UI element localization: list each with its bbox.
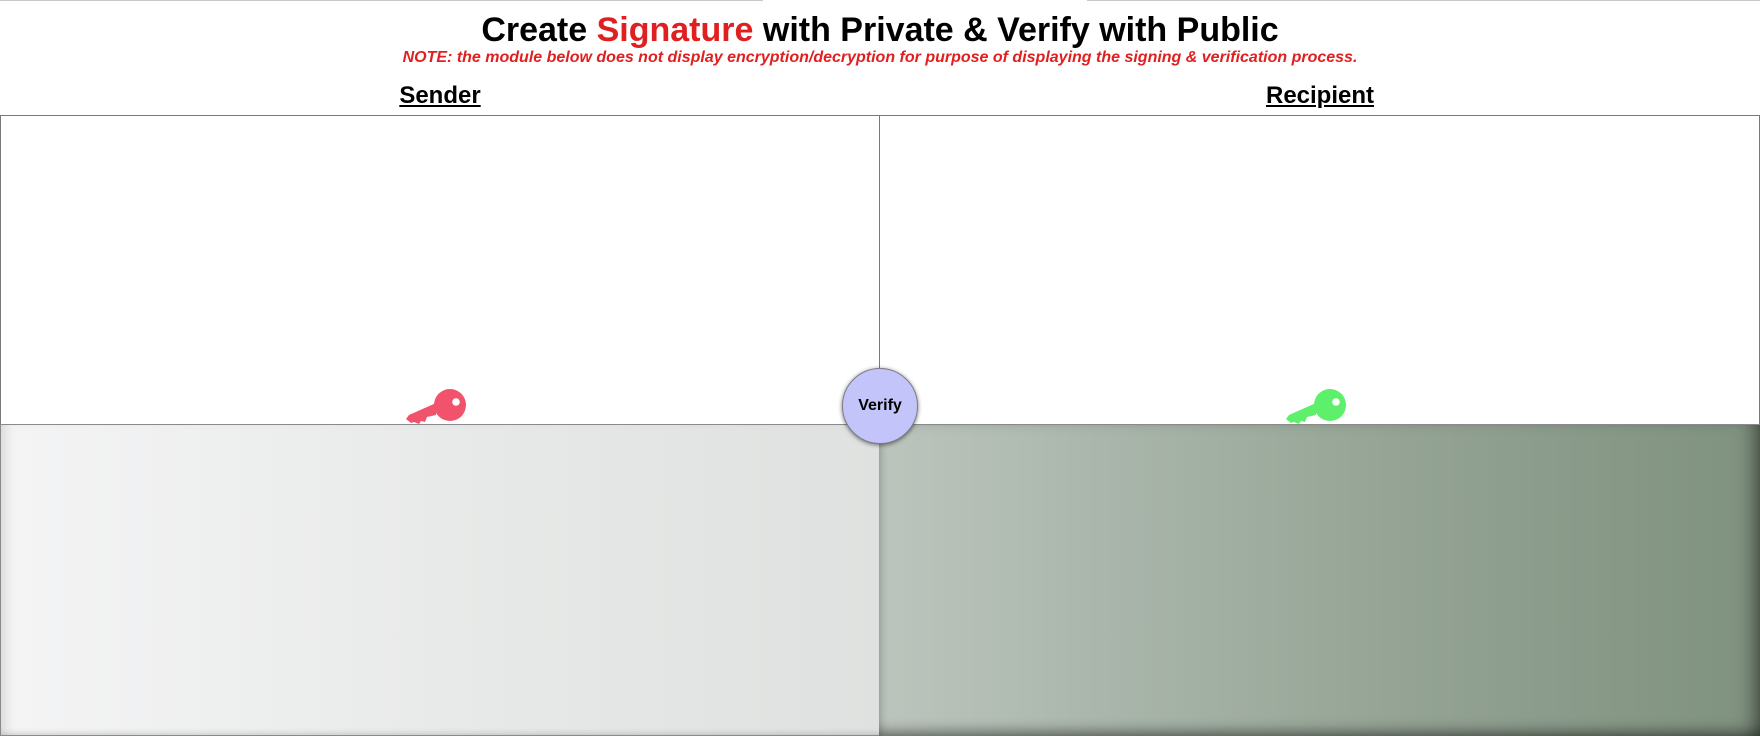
top-divider-right	[1087, 0, 1760, 1]
sender-heading: Sender	[399, 82, 481, 109]
recipient-tray	[879, 424, 1760, 736]
recipient-workspace	[879, 115, 1760, 425]
verify-button[interactable]: Verify	[842, 368, 918, 444]
private-key-shape	[406, 389, 466, 424]
top-divider-left	[0, 0, 763, 1]
page-title: Create Signature with Private & Verify w…	[0, 10, 1760, 50]
title-suffix: with Private & Verify with Public	[753, 11, 1279, 49]
private-key-hole	[452, 398, 460, 406]
sender-workspace	[0, 115, 880, 425]
public-key-hole	[1332, 398, 1340, 406]
recipient-heading: Recipient	[1265, 82, 1375, 109]
private-key-icon[interactable]	[406, 385, 470, 425]
public-key-icon[interactable]	[1286, 385, 1350, 425]
disclaimer-note: NOTE: the module below does not display …	[402, 49, 1358, 66]
sender-tray	[0, 424, 880, 736]
title-prefix: Create	[481, 11, 597, 49]
public-key-shape	[1286, 389, 1346, 424]
title-accent: Signature	[596, 11, 754, 49]
